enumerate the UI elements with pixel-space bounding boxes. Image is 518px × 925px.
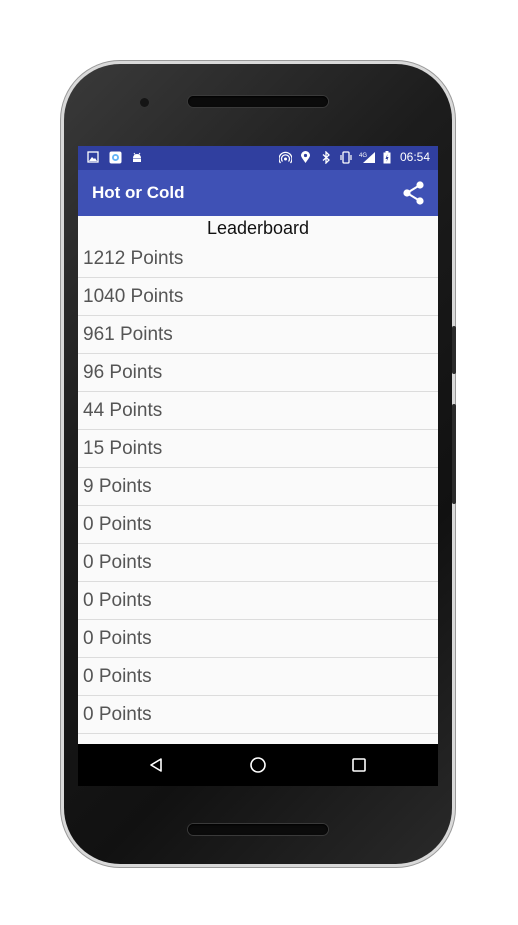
battery-icon (383, 150, 392, 164)
hotspot-icon (279, 150, 293, 164)
list-item[interactable]: 0 Points (78, 506, 438, 544)
recents-button[interactable] (329, 744, 389, 786)
app-bar: Hot or Cold (78, 170, 438, 216)
home-button[interactable] (228, 744, 288, 786)
list-item[interactable]: 0 Points (78, 582, 438, 620)
front-camera (140, 98, 149, 107)
recents-icon (352, 758, 366, 772)
vibrate-icon (339, 150, 353, 164)
navigation-bar (78, 744, 438, 786)
power-button (452, 326, 456, 374)
list-item[interactable]: 0 Points (78, 696, 438, 734)
back-button[interactable] (126, 744, 186, 786)
list-item[interactable]: 0 Points (78, 544, 438, 582)
phone-frame: 4G 06:54 Hot or Cold Leaderboard 1212 Po… (64, 64, 456, 864)
app-icon (108, 150, 122, 164)
android-icon (130, 150, 144, 164)
image-icon (86, 150, 100, 164)
top-speaker (188, 96, 328, 107)
list-item[interactable]: 0 Points (78, 620, 438, 658)
list-item[interactable]: 961 Points (78, 316, 438, 354)
status-bar: 4G 06:54 (78, 146, 438, 170)
screen: 4G 06:54 Hot or Cold Leaderboard 1212 Po… (78, 146, 438, 786)
status-time: 06:54 (399, 150, 430, 164)
list-item[interactable]: 44 Points (78, 392, 438, 430)
share-icon (403, 181, 424, 205)
volume-rocker (452, 404, 456, 504)
leaderboard-list: 1212 Points 1040 Points 961 Points 96 Po… (78, 240, 438, 734)
list-item[interactable]: 9 Points (78, 468, 438, 506)
list-item[interactable]: 1212 Points (78, 240, 438, 278)
app-title: Hot or Cold (92, 183, 185, 202)
svg-text:4G: 4G (359, 153, 367, 159)
list-item[interactable]: 15 Points (78, 430, 438, 468)
leaderboard-content: Leaderboard 1212 Points 1040 Points 961 … (78, 216, 438, 744)
list-item[interactable]: 0 Points (78, 658, 438, 696)
location-icon (299, 150, 313, 164)
signal-icon: 4G (359, 150, 377, 164)
home-icon (250, 757, 266, 773)
list-item[interactable]: 96 Points (78, 354, 438, 392)
back-icon (150, 758, 162, 772)
list-item[interactable]: 1040 Points (78, 278, 438, 316)
leaderboard-heading: Leaderboard (206, 218, 310, 238)
share-button[interactable] (400, 179, 428, 207)
bottom-speaker (188, 824, 328, 835)
bluetooth-icon (319, 150, 333, 164)
